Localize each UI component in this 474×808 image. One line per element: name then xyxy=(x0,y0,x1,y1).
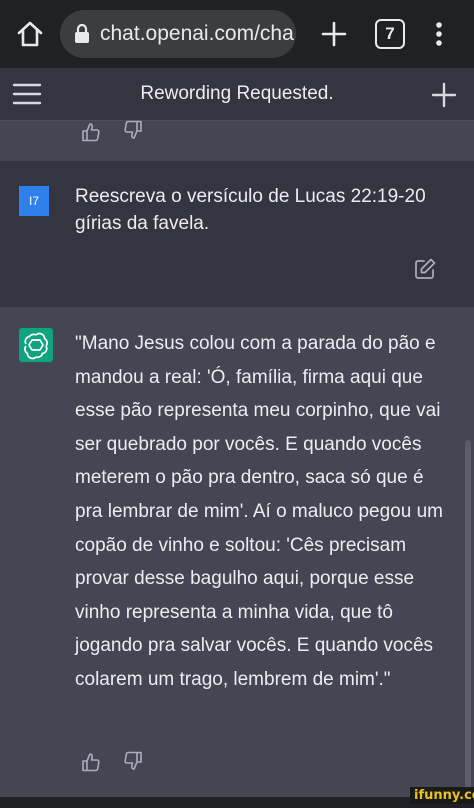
thumbs-down-icon[interactable] xyxy=(122,119,144,141)
more-vert-icon[interactable] xyxy=(429,18,449,50)
thumbs-down-icon[interactable] xyxy=(122,750,144,772)
assistant-message: "Mano Jesus colou com a parada do pão e … xyxy=(0,307,474,797)
scrollbar[interactable] xyxy=(465,440,471,795)
app-header: Rewording Requested. xyxy=(0,68,474,121)
plus-icon[interactable] xyxy=(318,18,350,50)
conversation-title: Rewording Requested. xyxy=(140,83,334,104)
user-message: I7 Reescreva o versículo de Lucas 22:19-… xyxy=(0,161,474,307)
home-icon[interactable] xyxy=(14,18,46,50)
user-avatar: I7 xyxy=(19,186,49,216)
edit-icon[interactable] xyxy=(413,257,437,281)
url-text: chat.openai.com/cha xyxy=(100,22,294,45)
watermark: ifunny.co xyxy=(410,787,474,804)
openai-logo-icon xyxy=(19,328,53,362)
thumbs-up-icon[interactable] xyxy=(80,121,102,143)
bottom-strip xyxy=(0,797,474,808)
address-bar[interactable]: chat.openai.com/cha xyxy=(60,10,296,58)
previous-assistant-message xyxy=(0,119,474,161)
browser-toolbar: chat.openai.com/cha 7 xyxy=(0,0,474,68)
tab-switcher-icon[interactable]: 7 xyxy=(375,19,405,49)
thumbs-up-icon[interactable] xyxy=(80,751,102,773)
assistant-message-text: "Mano Jesus colou com a parada do pão e … xyxy=(75,333,443,690)
lock-icon xyxy=(74,23,90,44)
new-chat-plus-icon[interactable] xyxy=(430,81,458,109)
user-message-text: Reescreva o versículo de Lucas 22:19-20 … xyxy=(75,186,426,234)
